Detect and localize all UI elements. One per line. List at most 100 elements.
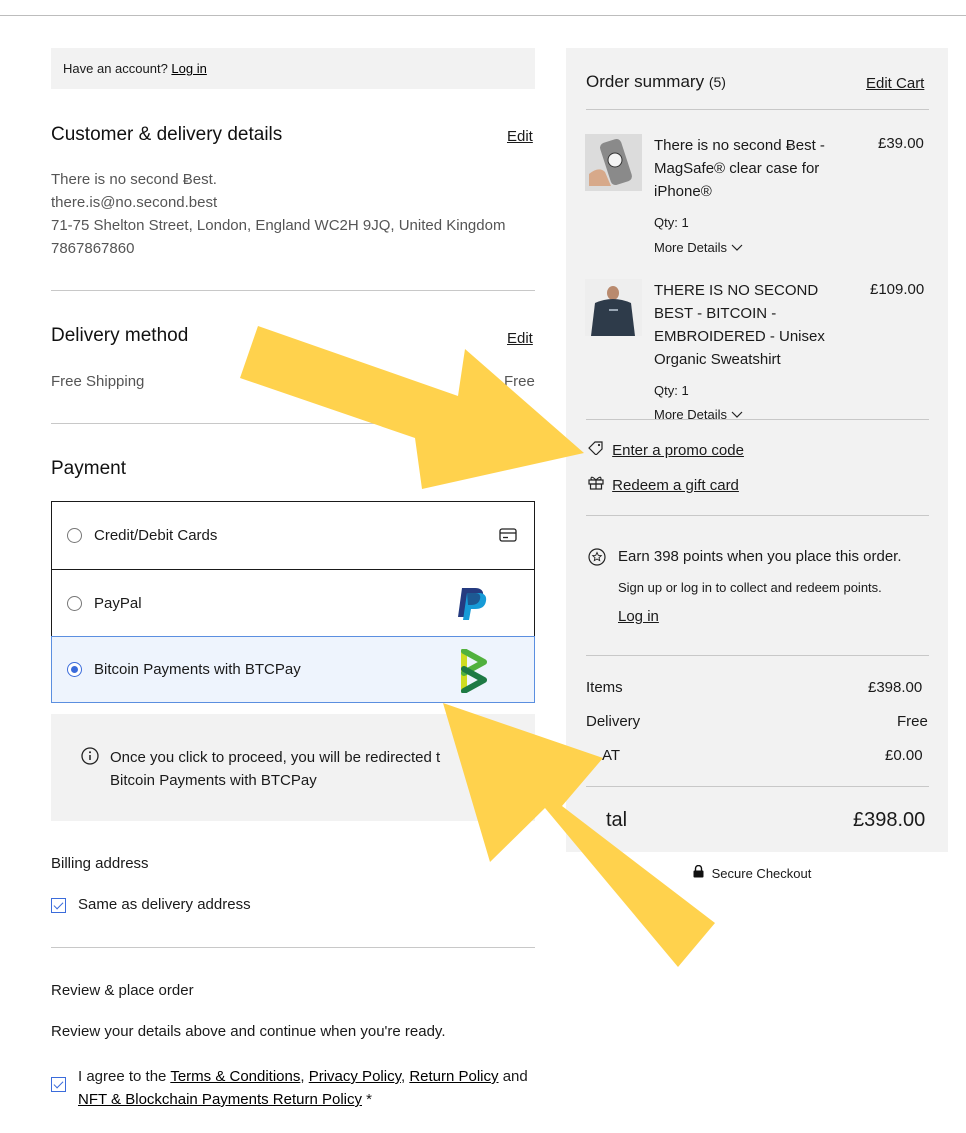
payment-option-btcpay[interactable]: Bitcoin Payments with BTCPay [51,636,535,703]
items-value: £398.00 [868,679,923,696]
info-line-2: Bitcoin Payments with BTCPay [110,772,317,789]
more-details-toggle[interactable]: More Details [654,240,743,255]
payment-option-paypal[interactable]: PayPal [52,569,534,636]
customer-details-title: Customer & delivery details [51,124,283,145]
order-summary-title: Order summary (5) [586,72,726,92]
comma: , [300,1068,305,1085]
billing-title: Billing address [51,855,149,872]
customer-address: 71-75 Shelton Street, London, England WC… [51,217,506,234]
same-address-checkbox[interactable] [51,898,66,913]
credit-card-icon [499,528,517,546]
customer-email: there.is@no.second.best [51,194,218,211]
item-name-line: There is no second Ƀest - [654,137,825,154]
agree-terms-text: I agree to the Terms & Conditions, Priva… [78,1065,538,1111]
item-name-line: EMBROIDERED - Unisex [654,328,825,345]
info-line-1: Once you click to proceed, you will be r… [110,749,441,766]
gift-card-label: Redeem a gift card [612,477,739,494]
vat-label: AT [602,747,621,764]
paypal-option-label: PayPal [94,594,142,612]
gift-icon [588,476,604,494]
customer-phone: 7867867860 [51,240,135,257]
terms-link[interactable]: Terms & Conditions [170,1068,300,1085]
paypal-radio[interactable] [67,595,82,611]
customer-info: There is no second Ƀest. there.is@no.sec… [51,168,505,260]
order-summary-panel: Order summary (5) Edit Cart There is no … [566,48,948,852]
card-radio[interactable] [67,528,82,543]
customer-edit-link[interactable]: Edit [507,128,533,145]
item-qty: Qty: 1 [654,215,689,230]
payment-options: Credit/Debit Cards PayPal Bitcoin Paymen… [51,501,535,703]
item-name-line: THERE IS NO SECOND [654,282,819,299]
secure-checkout-label: Secure Checkout [711,866,812,881]
divider [51,423,535,424]
agree-terms-checkbox[interactable] [51,1077,66,1092]
divider [586,515,929,516]
account-prompt: Have an account? [63,61,168,76]
items-label: Items [586,679,623,696]
gift-card-button[interactable]: Redeem a gift card [588,475,739,494]
divider [51,947,535,948]
return-policy-link[interactable]: Return Policy [409,1068,498,1085]
card-option-label: Credit/Debit Cards [94,527,218,544]
vat-value: £0.00 [885,747,923,764]
agree-prefix: I agree to the [78,1068,167,1085]
promo-code-label: Enter a promo code [612,442,744,459]
item-name-line: MagSafe® clear case for [654,160,820,177]
more-details-label: More Details [654,240,727,255]
btcpay-logo [460,648,490,697]
more-details-toggle[interactable]: More Details [654,407,743,419]
summary-title-text: Order summary [586,72,705,91]
divider [51,290,535,291]
chevron-down-icon [731,407,743,419]
total-label: tal [606,809,628,831]
summary-count: (5) [708,74,726,90]
payment-info-box: Once you click to proceed, you will be r… [51,714,535,821]
divider [586,109,929,110]
delivery-method-price: Free [504,373,535,390]
lock-icon [693,864,704,881]
payment-title: Payment [51,458,126,479]
divider [586,419,929,420]
required-mark: * [366,1091,373,1108]
chevron-down-icon [731,240,743,255]
login-link[interactable]: Log in [171,61,206,76]
points-subtext: Sign up or log in to collect and redeem … [618,580,882,595]
btcpay-radio[interactable] [67,662,82,677]
item-name-line: BEST - BITCOIN - [654,305,777,322]
item-price: £109.00 [870,281,925,298]
divider [586,655,929,656]
arrow-to-promo [240,326,584,489]
promo-code-button[interactable]: Enter a promo code [588,441,744,459]
star-badge-icon [588,548,606,571]
item-image-phone-case [585,134,642,191]
review-title: Review & place order [51,982,194,999]
comma: , [400,1068,406,1085]
payment-option-card[interactable]: Credit/Debit Cards [52,502,534,569]
item-qty: Qty: 1 [654,383,689,398]
edit-cart-link[interactable]: Edit Cart [866,75,924,92]
item-price: £39.00 [878,135,924,152]
paypal-logo [455,586,489,626]
info-icon [81,747,99,770]
secure-checkout: Secure Checkout [693,864,812,881]
payment-info-text: Once you click to proceed, you will be r… [110,746,440,792]
points-login-link[interactable]: Log in [618,608,659,625]
tag-icon [588,441,604,459]
nft-policy-link[interactable]: NFT & Blockchain Payments Return Policy [78,1091,362,1108]
divider [586,786,929,787]
privacy-link[interactable]: Privacy Policy [309,1068,401,1085]
item-name-line: Organic Sweatshirt [654,351,781,368]
points-text: Earn 398 points when you place this orde… [618,548,902,565]
item-name-line: iPhone® [654,183,712,200]
delivery-edit-link[interactable]: Edit [507,330,533,347]
total-value: £398.00 [853,809,926,831]
delivery-value: Free [897,713,928,730]
item-image-sweatshirt [585,279,642,336]
more-details-label: More Details [654,407,727,419]
btcpay-option-label: Bitcoin Payments with BTCPay [94,661,301,678]
delivery-method-title: Delivery method [51,325,189,346]
delivery-method-name: Free Shipping [51,373,145,390]
item-name: There is no second Ƀest - MagSafe® clear… [654,134,854,203]
same-address-label: Same as delivery address [78,896,251,913]
account-bar: Have an account? Log in [51,48,535,89]
